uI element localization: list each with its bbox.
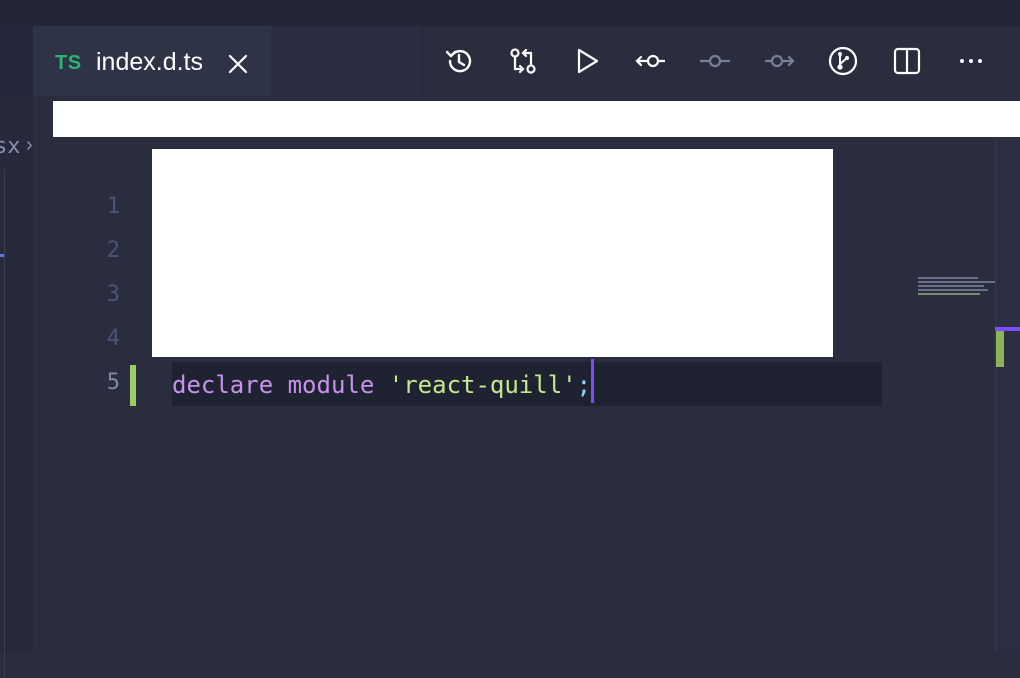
text-cursor xyxy=(591,359,595,403)
more-actions-icon[interactable] xyxy=(955,45,987,77)
close-icon[interactable] xyxy=(227,53,249,75)
semicolon: ; xyxy=(576,371,592,399)
scrollbar-git-marker xyxy=(996,331,1004,367)
scroll-marker xyxy=(0,254,4,257)
previous-tab-fragment[interactable] xyxy=(0,26,33,96)
git-added-marker[interactable] xyxy=(130,365,136,406)
compare-changes-icon[interactable] xyxy=(507,45,539,77)
panel-divider xyxy=(4,169,5,678)
breadcrumb-chevron-icon: › xyxy=(26,134,33,156)
breadcrumb-bar[interactable] xyxy=(53,101,1020,137)
run-icon[interactable] xyxy=(571,45,603,77)
title-bar xyxy=(0,0,1020,26)
string-literal: 'react-quill' xyxy=(388,371,577,399)
commit-icon xyxy=(699,45,731,77)
tab-bar-empty-area xyxy=(271,26,421,96)
history-icon[interactable] xyxy=(443,45,475,77)
next-change-icon xyxy=(763,45,795,77)
editor-tab-bar: TS index.d.ts xyxy=(33,26,1020,96)
white-overlay-panel xyxy=(152,149,833,357)
breadcrumb-fragment[interactable]: sx xyxy=(0,134,21,159)
line-number: 3 xyxy=(106,282,120,307)
split-editor-icon[interactable] xyxy=(891,45,923,77)
keyword-module: module xyxy=(287,371,375,399)
keyword-declare: declare xyxy=(172,371,274,399)
typescript-file-icon: TS xyxy=(55,52,82,74)
line-number: 4 xyxy=(106,326,120,351)
line-number: 1 xyxy=(106,194,120,219)
line-number-current: 5 xyxy=(106,370,120,395)
code-editor[interactable]: 1 2 3 4 5 declare module 'react-quill'; xyxy=(33,137,996,652)
tab-filename: index.d.ts xyxy=(96,48,204,76)
previous-change-icon[interactable] xyxy=(635,45,667,77)
line-number: 2 xyxy=(106,238,120,263)
vertical-scrollbar[interactable] xyxy=(995,137,1020,652)
editor-actions-toolbar xyxy=(423,26,1020,96)
git-graph-icon[interactable] xyxy=(827,45,859,77)
code-line-5[interactable]: declare module 'react-quill'; xyxy=(172,359,595,403)
tab-index-d-ts[interactable]: TS index.d.ts xyxy=(33,26,271,96)
side-panel-edge: sx › xyxy=(0,26,33,678)
